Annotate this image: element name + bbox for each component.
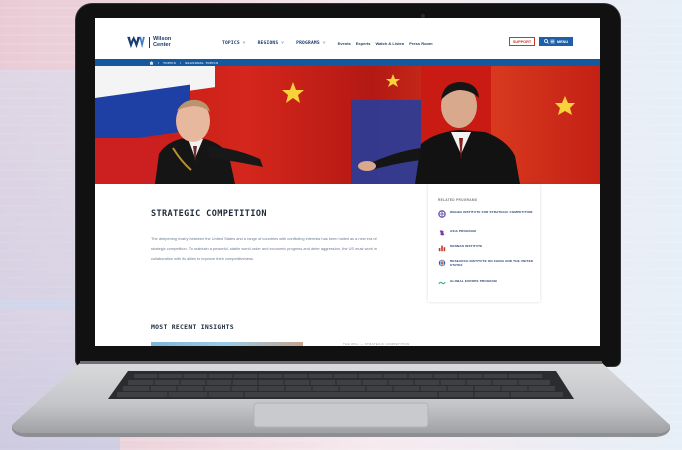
hamburger-icon (550, 39, 555, 44)
related-program-label: RESEARCH INSTITUTE ON CHINA AND THE UNIT… (450, 259, 534, 267)
related-program-item[interactable]: WAHBA INSTITUTE FOR STRATEGIC COMPETITIO… (438, 210, 534, 218)
related-program-label: ASIA PROGRAM (450, 229, 476, 233)
main-nav: TOPICS ˅ REGIONS ˅ PROGRAMS ˅ Events Exp… (222, 40, 438, 47)
insights-heading: MOST RECENT INSIGHTS (151, 323, 234, 331)
logo-w-icon (127, 36, 145, 49)
site-header: Wilson Center TOPICS ˅ REGIONS ˅ PROGRAM… (95, 18, 600, 59)
hero-image (95, 66, 600, 184)
asia-icon (439, 230, 445, 236)
logo-line-2: Center (153, 41, 171, 48)
breadcrumb-separator: / (158, 60, 160, 65)
related-program-label: GLOBAL EUROPE PROGRAM (450, 279, 497, 283)
support-button[interactable]: SUPPORT (509, 37, 535, 46)
search-icon (544, 39, 549, 44)
home-icon[interactable] (149, 60, 154, 65)
related-program-item[interactable]: ASIA PROGRAM (438, 229, 534, 237)
globe-icon (438, 210, 446, 218)
laptop-screen: Wilson Center TOPICS ˅ REGIONS ˅ PROGRAM… (95, 18, 600, 346)
menu-button[interactable]: MENU (539, 37, 573, 46)
related-programs-title: RELATED PROGRAMS (438, 198, 478, 202)
china-us-icon (438, 259, 446, 267)
insight-tag[interactable]: THE WILL — STRATEGIC COMPETITION (343, 342, 410, 346)
breadcrumb-separator: / (180, 60, 182, 65)
nav-experts[interactable]: Experts (356, 41, 371, 46)
background-panel (0, 70, 82, 310)
breadcrumb: / TOPICS / SEASONAL TOPICS (95, 59, 600, 66)
related-program-label: WAHBA INSTITUTE FOR STRATEGIC COMPETITIO… (450, 210, 533, 214)
nav-watch-listen[interactable]: Watch & Listen (375, 41, 404, 46)
logo-text: Wilson Center (149, 36, 179, 49)
nav-press-room[interactable]: Press Room (409, 41, 432, 46)
wilson-center-logo[interactable]: Wilson Center (127, 36, 179, 49)
nav-programs[interactable]: PROGRAMS ˅ (296, 40, 326, 46)
page-title: STRATEGIC COMPETITION (151, 209, 267, 219)
hero-photo-illustration (155, 66, 575, 184)
nav-regions[interactable]: REGIONS ˅ (258, 40, 285, 46)
laptop-base (8, 361, 674, 437)
related-program-item[interactable]: KENNAN INSTITUTE (438, 244, 534, 252)
europe-icon (438, 281, 446, 285)
insight-thumbnail[interactable] (151, 342, 303, 346)
related-program-item[interactable]: RESEARCH INSTITUTE ON CHINA AND THE UNIT… (438, 259, 534, 267)
nav-topics[interactable]: TOPICS ˅ (222, 40, 246, 46)
breadcrumb-topics[interactable]: TOPICS (163, 61, 176, 65)
related-program-item[interactable]: GLOBAL EUROPE PROGRAM (438, 279, 534, 287)
menu-label: MENU (556, 39, 569, 44)
related-programs-panel: RELATED PROGRAMS WAHBA INSTITUTE FOR STR… (428, 184, 540, 302)
breadcrumb-current[interactable]: SEASONAL TOPICS (185, 61, 218, 65)
laptop-base-illustration (12, 361, 670, 437)
related-program-label: KENNAN INSTITUTE (450, 244, 483, 248)
kennan-icon (438, 245, 446, 252)
nav-events[interactable]: Events (338, 41, 351, 46)
page-intro: The deepening rivalry between the United… (151, 236, 377, 261)
